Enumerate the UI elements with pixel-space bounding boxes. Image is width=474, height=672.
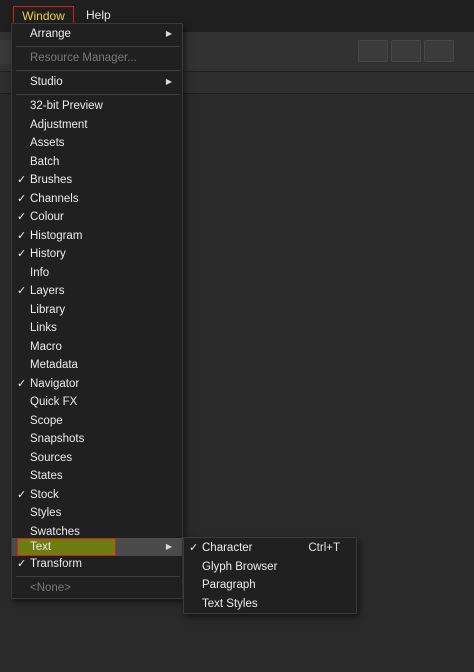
- menu-item-batch[interactable]: Batch: [12, 153, 182, 171]
- submenu-item-label: Paragraph: [202, 579, 256, 591]
- menu-item-label: States: [30, 470, 63, 482]
- menu-item-text[interactable]: Text ▶: [12, 538, 182, 556]
- submenu-item-label: Text Styles: [202, 597, 258, 610]
- submenu-item-glyph-browser[interactable]: Glyph Browser: [184, 558, 356, 576]
- menu-item-snapshots[interactable]: Snapshots: [12, 430, 182, 448]
- menu-item-label: Macro: [30, 340, 62, 353]
- menu-item-label: Layers: [30, 285, 65, 297]
- menu-item-channels[interactable]: ✓ Channels: [12, 190, 182, 208]
- menu-separator: [16, 576, 180, 577]
- menu-item-brushes[interactable]: ✓ Brushes: [12, 171, 182, 189]
- menu-item-none: <None>: [12, 579, 182, 597]
- menu-item-assets[interactable]: Assets: [12, 134, 182, 152]
- menu-item-label: Resource Manager...: [30, 52, 137, 64]
- menu-item-label: 32-bit Preview: [30, 100, 103, 112]
- menu-item-label: Quick FX: [30, 396, 78, 408]
- menu-item-histogram[interactable]: ✓ Histogram: [12, 227, 182, 245]
- menu-item-styles[interactable]: Styles: [12, 504, 182, 522]
- menu-item-label: Arrange: [30, 28, 71, 40]
- menu-item-sources[interactable]: Sources: [12, 449, 182, 467]
- checkmark-icon: ✓: [17, 174, 27, 186]
- menu-item-label: Info: [30, 266, 50, 279]
- checkmark-icon: ✓: [17, 192, 27, 205]
- menu-separator: [16, 94, 180, 95]
- menu-separator: [16, 46, 180, 47]
- menu-item-navigator[interactable]: ✓ Navigator: [12, 375, 182, 393]
- checkmark-icon: ✓: [17, 558, 27, 570]
- menu-item-colour[interactable]: ✓ Colour: [12, 208, 182, 226]
- menu-item-label: Snapshots: [30, 433, 85, 445]
- checkmark-icon: ✓: [17, 285, 27, 297]
- submenu-item-label: Glyph Browser: [202, 560, 278, 573]
- menu-item-info[interactable]: Info: [12, 264, 182, 282]
- submenu-arrow-icon: ▶: [165, 77, 172, 86]
- menu-item-label: Brushes: [30, 174, 73, 186]
- menu-item-links[interactable]: Links: [12, 319, 182, 337]
- menu-item-label: Assets: [30, 137, 65, 149]
- menu-item-scope[interactable]: Scope: [12, 412, 182, 430]
- menu-item-history[interactable]: ✓ History: [12, 245, 182, 263]
- menu-item-label: Library: [30, 303, 66, 316]
- menu-item-label: Links: [30, 322, 57, 334]
- menu-item-label: Styles: [30, 507, 62, 519]
- submenu-arrow-icon: ▶: [165, 542, 172, 551]
- checkmark-icon: ✓: [17, 488, 27, 501]
- submenu-item-text-styles[interactable]: Text Styles: [184, 595, 356, 613]
- menu-item-label: Channels: [30, 192, 79, 205]
- menu-item-layers[interactable]: ✓ Layers: [12, 282, 182, 300]
- menu-item-label: Transform: [30, 558, 82, 570]
- submenu-arrow-icon: ▶: [165, 29, 172, 38]
- checkmark-icon: ✓: [17, 377, 27, 390]
- menu-item-metadata[interactable]: Metadata: [12, 356, 182, 374]
- menu-item-label: Swatches: [30, 525, 80, 538]
- menu-item-label: Stock: [30, 488, 59, 501]
- menu-item-label: Text: [30, 541, 52, 553]
- menu-item-label: <None>: [30, 582, 71, 594]
- menu-item-adjustment[interactable]: Adjustment: [12, 116, 182, 134]
- text-submenu: ✓ Character Ctrl+T Glyph Browser Paragra…: [183, 537, 357, 614]
- toolbar-stub: [0, 40, 11, 64]
- menu-item-library[interactable]: Library: [12, 301, 182, 319]
- menu-item-macro[interactable]: Macro: [12, 338, 182, 356]
- shortcut-label: Ctrl+T: [308, 542, 340, 554]
- submenu-item-paragraph[interactable]: Paragraph: [184, 576, 356, 594]
- menu-item-32bit-preview[interactable]: 32-bit Preview: [12, 97, 182, 115]
- menu-item-label: Navigator: [30, 377, 80, 390]
- menu-item-label: Batch: [30, 155, 60, 168]
- menu-item-label: Metadata: [30, 359, 78, 371]
- menu-item-transform[interactable]: ✓ Transform: [12, 555, 182, 573]
- menu-item-resource-manager[interactable]: Resource Manager...: [12, 49, 182, 67]
- menu-item-states[interactable]: States: [12, 467, 182, 485]
- checkmark-icon: ✓: [17, 211, 27, 223]
- checkmark-icon: ✓: [17, 248, 27, 260]
- menu-item-studio[interactable]: Studio ▶: [12, 73, 182, 91]
- checkmark-icon: ✓: [17, 229, 27, 242]
- menu-item-label: History: [30, 248, 66, 260]
- menu-item-quick-fx[interactable]: Quick FX: [12, 393, 182, 411]
- menu-item-arrange[interactable]: Arrange ▶: [12, 25, 182, 43]
- toolbar-button[interactable]: [358, 40, 388, 62]
- checkmark-icon: ✓: [189, 542, 199, 554]
- toolbar-button[interactable]: [391, 40, 421, 62]
- submenu-item-character[interactable]: ✓ Character Ctrl+T: [184, 539, 356, 557]
- menu-item-label: Studio: [30, 76, 63, 88]
- menu-item-stock[interactable]: ✓ Stock: [12, 486, 182, 504]
- menu-item-label: Colour: [30, 211, 64, 223]
- submenu-item-label: Character: [202, 542, 253, 554]
- menu-item-label: Scope: [30, 414, 63, 427]
- menu-item-label: Histogram: [30, 229, 83, 242]
- menu-separator: [16, 70, 180, 71]
- window-menu: Arrange ▶ Resource Manager... Studio ▶ 3…: [11, 23, 183, 599]
- menu-item-label: Adjustment: [30, 118, 88, 131]
- toolbar-button[interactable]: [424, 40, 454, 62]
- menu-item-label: Sources: [30, 451, 73, 464]
